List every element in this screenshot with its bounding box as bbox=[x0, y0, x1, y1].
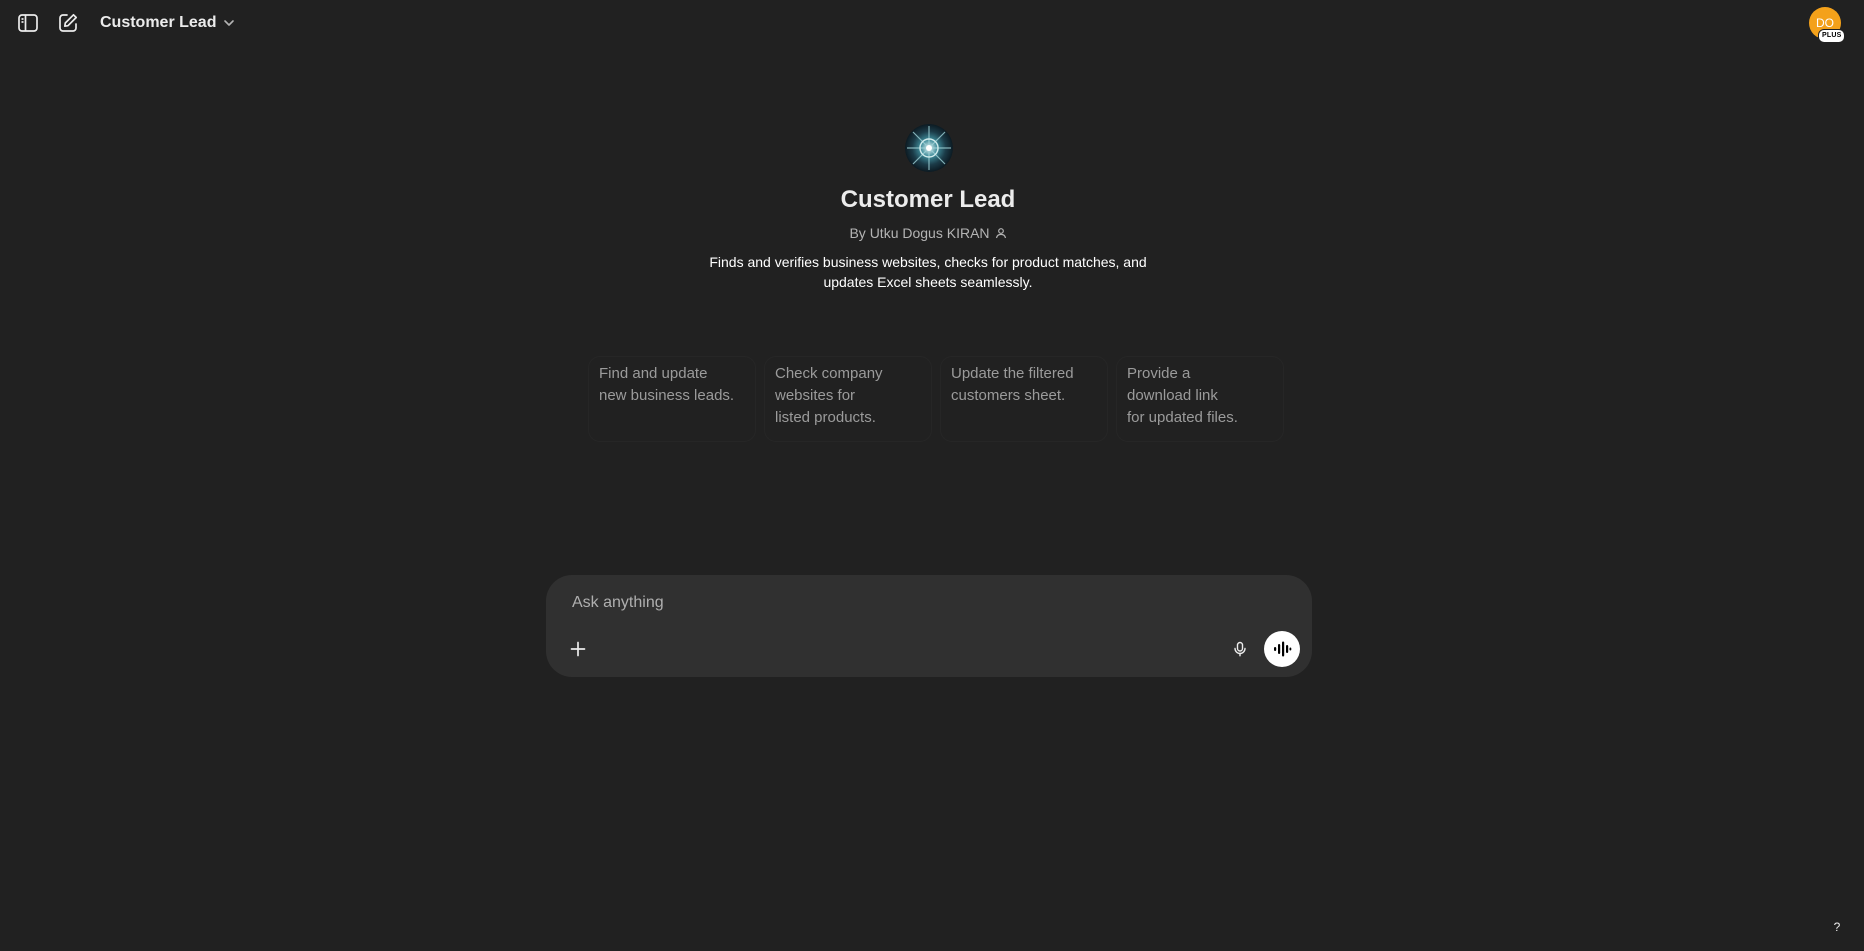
starter-card[interactable]: Update the filtered customers sheet. bbox=[940, 356, 1108, 442]
dictate-button[interactable] bbox=[1226, 635, 1254, 663]
starter-card[interactable]: Find and update new business leads. bbox=[588, 356, 756, 442]
plan-badge: PLUS bbox=[1818, 29, 1846, 43]
model-switcher[interactable]: Customer Lead bbox=[100, 10, 236, 36]
chevron-down-icon bbox=[224, 20, 235, 26]
gpt-author[interactable]: By Utku Dogus KIRAN bbox=[0, 225, 1856, 241]
gpt-logo bbox=[905, 124, 953, 172]
top-bar: Customer Lead DO PLUS bbox=[0, 0, 1864, 46]
new-chat-button[interactable] bbox=[52, 7, 84, 39]
gpt-name: Customer Lead bbox=[840, 186, 1016, 213]
gpt-author-label: By Utku Dogus KIRAN bbox=[849, 225, 990, 241]
person-icon bbox=[995, 228, 1006, 239]
conversation-starters: Find and update new business leads. Chec… bbox=[588, 356, 1284, 442]
prompt-input[interactable] bbox=[572, 591, 1272, 615]
starter-card[interactable]: Check company websites for listed produc… bbox=[764, 356, 932, 442]
starter-card[interactable]: Provide a download link for updated file… bbox=[1116, 356, 1284, 442]
voice-mode-icon bbox=[1274, 641, 1292, 657]
sidebar-toggle-button[interactable] bbox=[12, 7, 44, 39]
microphone-icon bbox=[1234, 641, 1246, 657]
avatar-initials: DO bbox=[1816, 16, 1834, 30]
voice-mode-button[interactable] bbox=[1264, 631, 1300, 667]
model-title: Customer Lead bbox=[100, 14, 217, 31]
new-chat-icon bbox=[59, 13, 78, 32]
composer bbox=[546, 575, 1312, 677]
sidebar-icon bbox=[18, 14, 38, 32]
gpt-description: Finds and verifies business websites, ch… bbox=[709, 254, 1147, 290]
attach-button[interactable] bbox=[564, 635, 592, 663]
plus-icon bbox=[570, 641, 586, 657]
help-button[interactable]: ? bbox=[1826, 916, 1848, 938]
